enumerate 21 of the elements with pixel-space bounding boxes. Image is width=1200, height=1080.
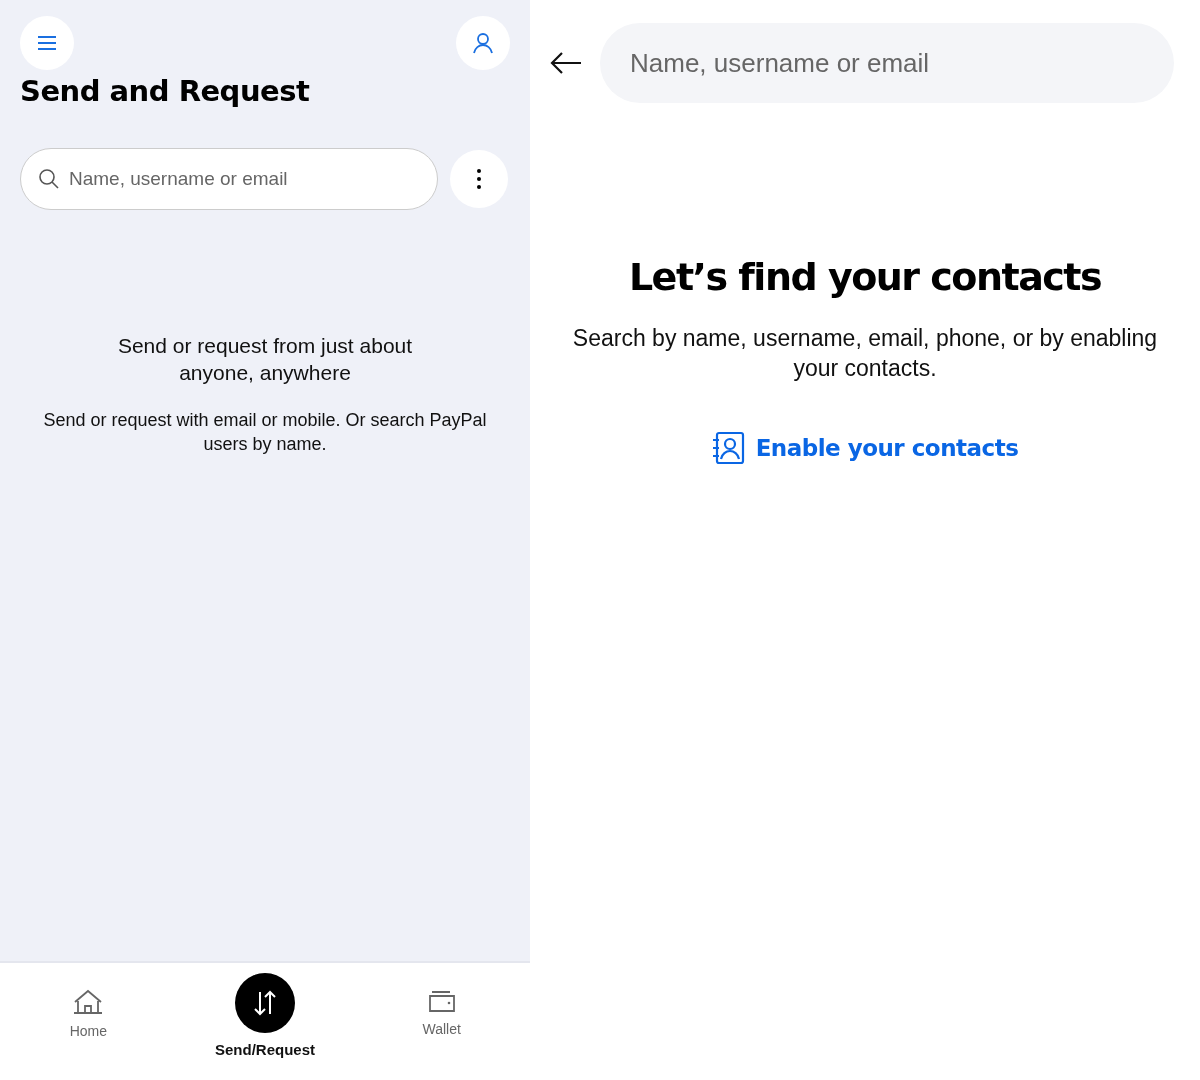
back-arrow-icon — [550, 51, 582, 75]
enable-contacts-link[interactable]: Enable your contacts — [711, 431, 1019, 465]
contacts-description: Search by name, username, email, phone, or by enabling your contacts. — [571, 324, 1159, 383]
empty-state-text: Send or request with email or mobile. Or search PayPal users by name. — [42, 409, 488, 456]
nav-tab[interactable]: Send/Request — [195, 963, 335, 1080]
home-icon — [73, 989, 104, 1015]
menu-icon — [37, 35, 57, 51]
empty-state-heading: Send or request from just about anyone, anywhere — [116, 333, 414, 386]
nav-tab[interactable]: Home — [18, 963, 159, 1080]
search-icon — [38, 168, 60, 190]
contacts-heading: Let’s find your contacts — [628, 255, 1102, 299]
arrows-icon — [252, 990, 278, 1016]
page-title: Send and Request — [20, 74, 311, 108]
search-field[interactable]: Name, username or email — [20, 148, 438, 210]
contact-book-icon — [711, 431, 746, 465]
person-icon — [472, 32, 494, 54]
search-field[interactable]: Name, username or email — [600, 23, 1174, 103]
more-icon — [476, 168, 482, 190]
wallet-icon — [427, 989, 456, 1013]
nav-tab[interactable]: Wallet — [371, 963, 512, 1080]
back-button[interactable] — [550, 51, 582, 75]
